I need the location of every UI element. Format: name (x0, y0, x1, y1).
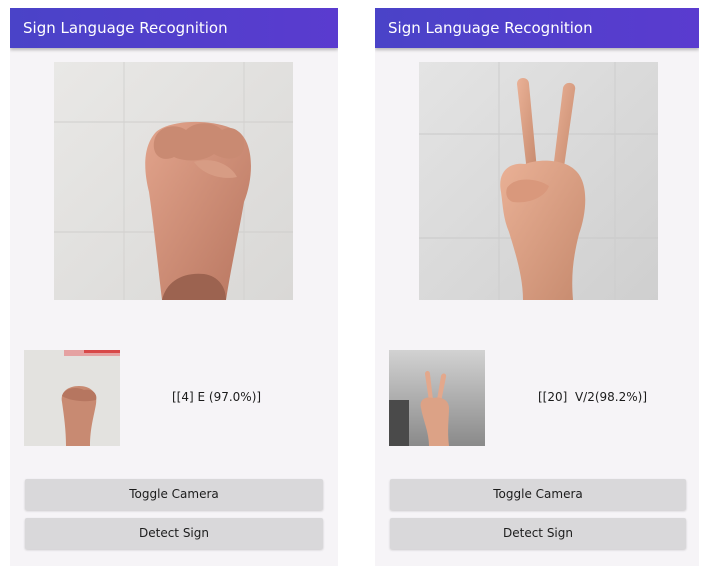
detect-sign-button[interactable]: Detect Sign (390, 518, 686, 549)
hand-sign-v-thumbnail (389, 350, 485, 446)
hand-sign-e-photo (54, 62, 293, 300)
detect-sign-button[interactable]: Detect Sign (25, 518, 323, 549)
captured-thumbnail-image (389, 350, 485, 446)
toggle-camera-button[interactable]: Toggle Camera (390, 479, 686, 510)
prediction-result-text: [[20] V/2(98.2%)] (538, 390, 647, 404)
prediction-result-text: [[4] E (97.0%)] (172, 390, 262, 404)
app-bar-title: Sign Language Recognition (10, 8, 338, 48)
app-bar-title: Sign Language Recognition (375, 8, 699, 48)
camera-preview-image (54, 62, 293, 300)
left-phone-screen: Sign Language Recognition [[4] E (97.0%)… (10, 8, 338, 566)
hand-sign-v-photo (419, 62, 658, 300)
captured-thumbnail-image (24, 350, 120, 446)
right-phone-screen: Sign Language Recognition [[20] V/2(98.2… (375, 8, 699, 566)
hand-sign-e-thumbnail (24, 350, 120, 446)
camera-preview-image (419, 62, 658, 300)
toggle-camera-button[interactable]: Toggle Camera (25, 479, 323, 510)
